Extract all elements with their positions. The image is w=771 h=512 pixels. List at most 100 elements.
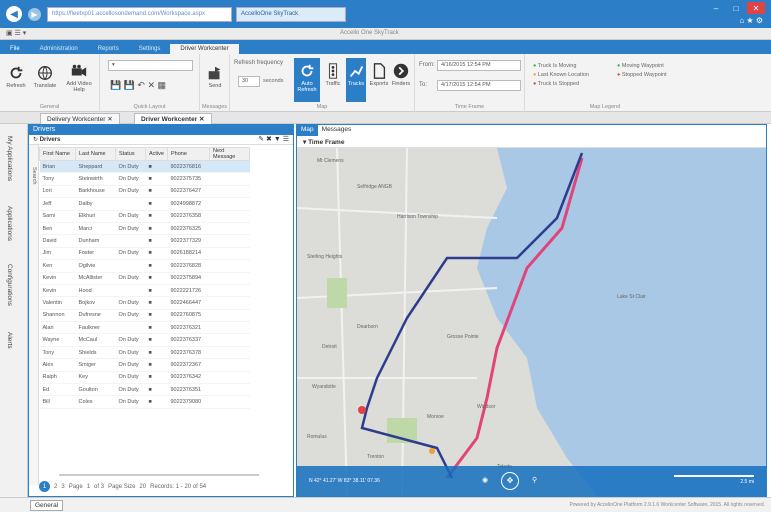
table-row[interactable]: Alan Faulkner ■ 9022376321 xyxy=(39,321,250,335)
doctab-driver-workcenter[interactable]: Driver Workcenter ✕ xyxy=(134,113,212,124)
status-tab-general[interactable]: General xyxy=(30,500,64,511)
cell-active[interactable]: ■ xyxy=(145,210,168,223)
traffic-button[interactable]: Traffic xyxy=(322,62,344,87)
translate-button[interactable]: Translate xyxy=(32,64,58,89)
page-of-label: of 3 xyxy=(94,483,105,490)
tab-file[interactable]: File xyxy=(0,44,30,54)
refresh-button[interactable]: Refresh xyxy=(4,64,28,89)
maximize-button[interactable]: □ xyxy=(727,2,745,14)
refresh-icon[interactable]: ↻ xyxy=(33,137,38,143)
col-next-message[interactable]: Next Message xyxy=(209,147,250,161)
col-first-name[interactable]: First Name xyxy=(39,147,76,161)
horizontal-scrollbar[interactable] xyxy=(59,474,259,476)
table-row[interactable]: David Dunham ■ 9022377329 xyxy=(39,234,250,248)
home-star-gear-icons[interactable]: ⌂ ★ ⚙ xyxy=(739,16,763,25)
tab-settings[interactable]: Settings xyxy=(129,44,171,54)
exports-button[interactable]: Exports xyxy=(368,62,390,87)
table-row[interactable]: Ralph Key On Duty ■ 9022376342 xyxy=(39,371,250,385)
table-row[interactable]: Shannon Dufresne On Duty ■ 9022760875 xyxy=(39,309,250,323)
quick-access-icons[interactable]: ▣ ☰ ▾ xyxy=(6,29,26,37)
address-bar[interactable]: https://fleetxp01.accellosondemand.com/W… xyxy=(47,6,232,22)
table-row[interactable]: Tony Shields On Duty ■ 9022376378 xyxy=(39,346,250,360)
grid-tool-icons[interactable]: ✎ ✖ ▼ ☰ xyxy=(258,135,289,143)
time-frame-header[interactable]: ▾ Time Frame xyxy=(297,136,766,148)
to-date-input[interactable]: 4/17/2015 12:54 PM xyxy=(437,80,521,91)
zoom-search-icon[interactable]: ⚲ xyxy=(532,476,537,484)
tab-map[interactable]: Map xyxy=(297,125,318,136)
col-status[interactable]: Status xyxy=(115,147,146,161)
rail-configurations[interactable]: Configurations xyxy=(6,264,13,306)
browser-tab[interactable]: AccelloOne SkyTrack xyxy=(236,6,346,22)
eye-icon[interactable]: ◉ xyxy=(482,476,488,484)
page-input[interactable]: 1 xyxy=(87,484,90,490)
page-3-button[interactable]: 3 xyxy=(61,484,64,490)
cell-active[interactable]: ■ xyxy=(145,222,168,236)
table-row[interactable]: Ben Marci On Duty ■ 9022376325 xyxy=(39,222,250,236)
page-2-button[interactable]: 2 xyxy=(54,484,57,490)
back-button[interactable]: ◀ xyxy=(6,6,22,22)
close-button[interactable]: ✕ xyxy=(747,2,765,14)
finders-button[interactable]: Finders xyxy=(390,62,412,87)
cell-active[interactable]: ■ xyxy=(145,234,168,248)
table-row[interactable]: Sami Elkhuri On Duty ■ 9022376358 xyxy=(39,210,250,223)
col-phone[interactable]: Phone xyxy=(167,147,210,161)
last-location-marker[interactable] xyxy=(429,448,435,454)
table-row[interactable]: Ken Ogilvie ■ 9022376828 xyxy=(39,259,250,273)
cell-active[interactable]: ■ xyxy=(145,272,168,285)
minimize-button[interactable]: – xyxy=(707,2,725,14)
refresh-frequency-input[interactable]: 30 xyxy=(238,76,260,87)
page-1-button[interactable]: 1 xyxy=(39,481,50,492)
table-row[interactable]: Kevin Hood ■ 9022221726 xyxy=(39,284,250,298)
pan-control-icon[interactable]: ✥ xyxy=(501,472,519,490)
layout-select[interactable]: ▾ xyxy=(108,60,193,71)
rail-applications[interactable]: Applications xyxy=(6,206,13,241)
cell-active[interactable]: ■ xyxy=(145,172,168,186)
col-last-name[interactable]: Last Name xyxy=(75,147,116,161)
search-strip[interactable]: Search xyxy=(29,145,39,485)
cell-active[interactable]: ■ xyxy=(145,309,168,323)
page-size-input[interactable]: 20 xyxy=(139,484,146,490)
cell-active[interactable]: ■ xyxy=(145,247,168,261)
cell-active[interactable]: ■ xyxy=(145,284,168,298)
from-date-input[interactable]: 4/16/2015 12:54 PM xyxy=(437,60,521,71)
map-canvas[interactable]: Mt Clemens Selfridge ANGB Harrison Towns… xyxy=(297,148,766,496)
table-row[interactable]: Lori Barkhouse On Duty ■ 9022376427 xyxy=(39,185,250,199)
table-row[interactable]: Valentin Bojkov On Duty ■ 9022466447 xyxy=(39,296,250,310)
auto-refresh-button[interactable]: Auto Refresh xyxy=(294,58,320,102)
cell-active[interactable]: ■ xyxy=(145,259,168,273)
cell-active[interactable]: ■ xyxy=(145,346,168,360)
table-row[interactable]: Jeff Dalby ■ 9024998872 xyxy=(39,197,250,211)
cell-active[interactable]: ■ xyxy=(145,395,168,409)
stopped-marker[interactable] xyxy=(358,406,366,414)
cell-active[interactable]: ■ xyxy=(145,160,168,174)
table-row[interactable]: Tony Steinwirth On Duty ■ 9022375735 xyxy=(39,172,250,186)
table-row[interactable]: Alex Smiger On Duty ■ 9022372367 xyxy=(39,358,250,372)
doctab-delivery-workcenter[interactable]: Delivery Workcenter ✕ xyxy=(40,113,120,124)
rail-my-applications[interactable]: My Applications xyxy=(6,136,13,181)
tab-administration[interactable]: Administration xyxy=(30,44,88,54)
tracks-button[interactable]: Tracks xyxy=(346,58,366,102)
cell-active[interactable]: ■ xyxy=(145,383,168,397)
cell-active[interactable]: ■ xyxy=(145,358,168,372)
table-row[interactable]: Brian Sheppard On Duty ■ 9022376816 xyxy=(39,160,250,174)
cell-active[interactable]: ■ xyxy=(145,185,168,199)
table-row[interactable]: Bill Coles On Duty ■ 9022379080 xyxy=(39,395,250,409)
col-active[interactable]: Active xyxy=(145,147,168,161)
table-row[interactable]: Jim Foster On Duty ■ 9026188214 xyxy=(39,247,250,261)
table-row[interactable]: Kevin McAllister On Duty ■ 9022375894 xyxy=(39,272,250,285)
table-row[interactable]: Ed Goulton On Duty ■ 9022376351 xyxy=(39,383,250,397)
rail-alerts[interactable]: Alerts xyxy=(6,332,13,349)
send-button[interactable]: Send xyxy=(203,64,227,89)
cell-active[interactable]: ■ xyxy=(145,333,168,347)
forward-button[interactable]: ▶ xyxy=(28,7,41,21)
tab-reports[interactable]: Reports xyxy=(88,44,129,54)
tab-messages[interactable]: Messages xyxy=(318,125,356,136)
video-help-button[interactable]: Add Video Help xyxy=(62,62,96,93)
cell-active[interactable]: ■ xyxy=(145,371,168,385)
cell-active[interactable]: ■ xyxy=(145,296,168,310)
cell-active[interactable]: ■ xyxy=(145,321,168,335)
layout-tool-icons[interactable]: 💾 💾 ↶ ✕ ▦ xyxy=(110,80,166,91)
table-row[interactable]: Wayne McCaul On Duty ■ 9022376337 xyxy=(39,333,250,347)
tab-driver-workcenter[interactable]: Driver Workcenter xyxy=(170,44,239,54)
cell-active[interactable]: ■ xyxy=(145,197,168,211)
